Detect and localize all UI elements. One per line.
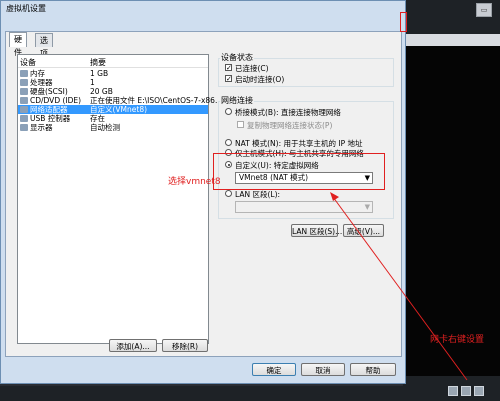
device-row-network-adapter[interactable]: 网络适配器 自定义(VMnet8) <box>18 105 208 114</box>
window-control-icon[interactable]: ▭ <box>476 3 492 17</box>
replicate-state-checkbox[interactable] <box>237 121 244 128</box>
lan-segment-select[interactable]: ▼ <box>235 201 373 213</box>
vm-console-area <box>403 46 500 376</box>
connected-checkbox[interactable]: ✓ <box>225 64 232 72</box>
device-list[interactable]: 设备 摘要 内存 1 GB 处理器 1 硬盘(SCSI) 20 GB CD/DV… <box>17 54 222 344</box>
annotation-select-vmnet8: 选择vmnet8 <box>168 177 221 187</box>
device-name: 处理器 <box>30 78 53 87</box>
background-menu-strip <box>403 34 500 46</box>
device-status-label: 设备状态 <box>220 52 254 63</box>
device-list-header: 设备 摘要 <box>18 55 208 68</box>
vm-settings-dialog: 虚拟机设置 硬件 选项 设备 摘要 内存 1 GB 处理器 1 硬盘(SCSI)… <box>0 0 406 384</box>
advanced-button[interactable]: 高级(V)... <box>343 224 384 237</box>
device-name: 网络适配器 <box>30 105 68 114</box>
annotation-nic-right-click: 网卡右键设置 <box>430 335 485 345</box>
device-row-harddisk[interactable]: 硬盘(SCSI) 20 GB <box>18 87 208 96</box>
annotation-highlight-box <box>400 12 407 32</box>
device-summary: 1 GB <box>90 69 109 78</box>
summary-column-header[interactable]: 摘要 <box>90 57 106 68</box>
connected-label: 已连接(C) <box>235 64 269 73</box>
device-row-memory[interactable]: 内存 1 GB <box>18 69 208 78</box>
network-adapter-icon <box>20 106 28 113</box>
device-name: CD/DVD (IDE) <box>30 96 82 105</box>
chevron-down-icon: ▼ <box>364 203 370 211</box>
device-name: 内存 <box>30 69 45 78</box>
connect-at-power-on-checkbox[interactable]: ✓ <box>225 75 232 83</box>
device-column-header[interactable]: 设备 <box>20 57 36 68</box>
device-summary: 20 GB <box>90 87 113 96</box>
device-name: 硬盘(SCSI) <box>30 87 68 96</box>
lan-segment-radio[interactable] <box>225 190 232 197</box>
help-button[interactable]: 帮助 <box>350 363 396 376</box>
device-summary: 1 <box>90 78 95 87</box>
device-name: 显示器 <box>30 123 53 132</box>
tab-options[interactable]: 选项 <box>35 33 53 58</box>
lan-segment-label: LAN 区段(L): <box>235 190 281 199</box>
network-adapter-tray-icon[interactable] <box>461 386 471 396</box>
connect-at-power-on-label: 启动时连接(O) <box>235 75 285 84</box>
bridged-radio[interactable] <box>225 108 232 115</box>
replicate-state-label: 复制物理网络连接状态(P) <box>247 121 333 130</box>
device-row-cdrom[interactable]: CD/DVD (IDE) 正在使用文件 E:\ISO\CentOS-7-x86.… <box>18 96 222 105</box>
taskbar-icon[interactable] <box>448 386 458 396</box>
usb-icon <box>20 115 28 122</box>
remove-device-button[interactable]: 移除(R) <box>162 339 208 352</box>
harddisk-icon <box>20 88 28 95</box>
annotation-highlight-box <box>213 153 385 190</box>
cdrom-icon <box>20 97 28 104</box>
ok-button[interactable]: 确定 <box>252 363 296 376</box>
display-icon <box>20 124 28 131</box>
device-summary: 自动检测 <box>90 123 120 132</box>
bridged-label: 桥接模式(B): 直接连接物理网络 <box>235 108 341 117</box>
device-summary: 正在使用文件 E:\ISO\CentOS-7-x86... <box>90 96 223 105</box>
dialog-title: 虚拟机设置 <box>6 4 46 13</box>
processor-icon <box>20 79 28 86</box>
nat-radio[interactable] <box>225 139 232 146</box>
memory-icon <box>20 70 28 77</box>
device-summary: 自定义(VMnet8) <box>90 105 148 114</box>
device-summary: 存在 <box>90 114 105 123</box>
taskbar-area <box>0 386 500 401</box>
network-connection-label: 网络连接 <box>220 95 254 106</box>
device-name: USB 控制器 <box>30 114 71 123</box>
device-row-usb[interactable]: USB 控制器 存在 <box>18 114 208 123</box>
taskbar-icon[interactable] <box>474 386 484 396</box>
lan-segments-button[interactable]: LAN 区段(S)... <box>291 224 342 237</box>
add-device-button[interactable]: 添加(A)... <box>109 339 157 352</box>
device-row-display[interactable]: 显示器 自动检测 <box>18 123 208 132</box>
device-row-processor[interactable]: 处理器 1 <box>18 78 208 87</box>
tab-hardware[interactable]: 硬件 <box>9 32 27 57</box>
cancel-button[interactable]: 取消 <box>301 363 345 376</box>
